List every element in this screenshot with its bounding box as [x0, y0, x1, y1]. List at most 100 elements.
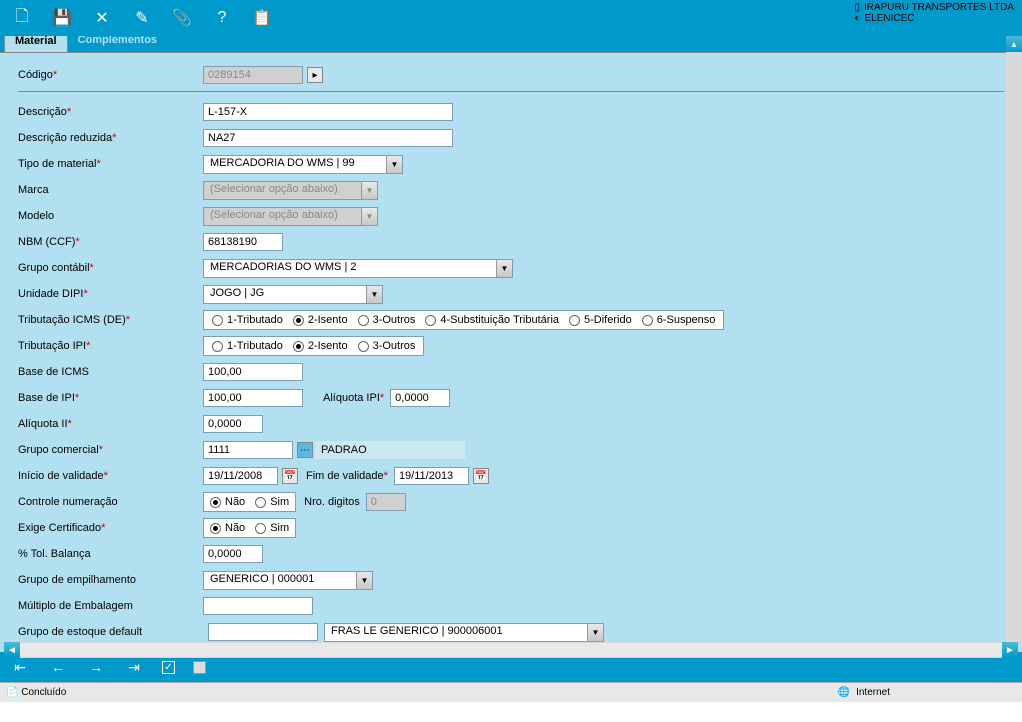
radio-icms-6[interactable] — [642, 315, 653, 326]
label-tipo-material: Tipo de material* — [18, 158, 203, 170]
descricao-input[interactable] — [203, 103, 453, 121]
radio-cert-sim[interactable] — [255, 523, 266, 534]
tipo-material-select[interactable]: MERCADORIA DO WMS | 99▼ — [203, 155, 403, 174]
label-trib-ipi: Tributação IPI* — [18, 340, 203, 352]
base-icms-input[interactable] — [203, 363, 303, 381]
grupo-comercial-display: PADRAO — [315, 441, 465, 459]
attach-icon[interactable]: 📎 — [168, 4, 196, 32]
radio-ipi-1[interactable] — [212, 341, 223, 352]
label-aliquota-ipi: Alíquota IPI* — [323, 392, 384, 404]
grupo-contabil-select[interactable]: MERCADORIAS DO WMS | 2▼ — [203, 259, 513, 278]
label-exige-cert: Exige Certificado* — [18, 522, 203, 534]
help-icon[interactable]: ? — [208, 4, 236, 32]
nav-next-icon[interactable]: → — [86, 659, 106, 675]
label-multiplo-emb: Múltiplo de Embalagem — [18, 600, 203, 612]
grupo-empilhamento-select[interactable]: GENERICO | 000001▼ — [203, 571, 373, 590]
label-grupo-comercial: Grupo comercial* — [18, 444, 203, 456]
scroll-up-icon[interactable]: ▲ — [1006, 36, 1022, 52]
multiplo-emb-input[interactable] — [203, 597, 313, 615]
form-content: Código* ▸ Descrição* Descrição reduzida*… — [0, 52, 1022, 652]
label-marca: Marca — [18, 184, 203, 196]
chevron-down-icon[interactable]: ▼ — [356, 572, 372, 589]
trib-ipi-radio[interactable]: 1-Tributado 2-Isento 3-Outros — [203, 336, 424, 356]
modelo-select: (Selecionar opção abaixo)▼ — [203, 207, 378, 226]
label-base-ipi: Base de IPI* — [18, 392, 203, 404]
vertical-scrollbar[interactable]: ▲ — [1006, 36, 1022, 642]
desc-reduzida-input[interactable] — [203, 129, 453, 147]
marca-select: (Selecionar opção abaixo)▼ — [203, 181, 378, 200]
nav-last-icon[interactable]: ⇥ — [124, 659, 144, 676]
scroll-left-icon[interactable]: ◄ — [4, 642, 20, 658]
scroll-right-icon[interactable]: ► — [1002, 642, 1018, 658]
codigo-input — [203, 66, 303, 84]
calendar-icon[interactable]: 📅 — [473, 468, 489, 484]
exige-cert-radio[interactable]: Não Sim — [203, 518, 296, 538]
top-toolbar: 🗋 💾 ✕ ✎ 📎 ? 📋 ▯IRAPURU TRANSPORTES LTDA … — [0, 0, 1022, 36]
chevron-down-icon: ▼ — [361, 182, 377, 199]
label-tol-balanca: % Tol. Balança — [18, 548, 203, 560]
label-descricao: Descrição* — [18, 106, 203, 118]
globe-icon: 🌐 — [838, 687, 850, 698]
base-ipi-input[interactable] — [203, 389, 303, 407]
radio-nao[interactable] — [210, 497, 221, 508]
unidade-dipi-select[interactable]: JOGO | JG▼ — [203, 285, 383, 304]
new-icon[interactable]: 🗋 — [8, 4, 36, 32]
grupo-comercial-input[interactable] — [203, 441, 293, 459]
status-page-icon: 📄 — [6, 687, 18, 698]
status-right: Internet — [856, 687, 890, 698]
copy-icon[interactable]: 📋 — [248, 4, 276, 32]
save-icon[interactable]: 💾 — [48, 4, 76, 32]
radio-icms-4[interactable] — [425, 315, 436, 326]
aliquota-ii-input[interactable] — [203, 415, 263, 433]
chevron-down-icon[interactable]: ▼ — [587, 624, 603, 641]
radio-icms-5[interactable] — [569, 315, 580, 326]
label-controle-num: Controle numeração — [18, 496, 203, 508]
label-fim-validade: Fim de validade* — [306, 470, 388, 482]
label-desc-reduzida: Descrição reduzida* — [18, 132, 203, 144]
company-info: ▯IRAPURU TRANSPORTES LTDA ◐ELENICEC — [854, 2, 1014, 24]
radio-icms-1[interactable] — [212, 315, 223, 326]
radio-cert-nao[interactable] — [210, 523, 221, 534]
calendar-icon[interactable]: 📅 — [282, 468, 298, 484]
aliquota-ipi-input[interactable] — [390, 389, 450, 407]
radio-icms-3[interactable] — [358, 315, 369, 326]
lookup-grupo-icon[interactable]: ⋯ — [297, 442, 313, 458]
radio-ipi-2[interactable] — [293, 341, 304, 352]
label-grupo-estoque: Grupo de estoque default — [18, 626, 208, 638]
label-aliquota-ii: Alíquota II* — [18, 418, 203, 430]
nav-prev-icon[interactable]: ← — [48, 659, 68, 675]
radio-icms-2[interactable] — [293, 315, 304, 326]
label-inicio-validade: Início de validade* — [18, 470, 203, 482]
chevron-down-icon[interactable]: ▼ — [366, 286, 382, 303]
grupo-estoque-cod-input[interactable] — [208, 623, 318, 641]
nbm-input[interactable] — [203, 233, 283, 251]
fim-validade-input[interactable] — [394, 467, 469, 485]
chevron-down-icon[interactable]: ▼ — [386, 156, 402, 173]
nro-digitos-input — [366, 493, 406, 511]
delete-icon[interactable]: ✕ — [88, 4, 116, 32]
label-nro-digitos: Nro. digitos — [304, 496, 360, 508]
chevron-down-icon[interactable]: ▼ — [496, 260, 512, 277]
label-nbm: NBM (CCF)* — [18, 236, 203, 248]
controle-num-radio[interactable]: Não Sim — [203, 492, 296, 512]
grupo-estoque-select[interactable]: FRAS LE GENERICO | 900006001▼ — [324, 623, 604, 642]
radio-sim[interactable] — [255, 497, 266, 508]
trib-icms-radio[interactable]: 1-Tributado 2-Isento 3-Outros 4-Substitu… — [203, 310, 724, 330]
label-codigo: Código* — [18, 69, 203, 81]
divider — [18, 91, 1004, 92]
label-trib-icms: Tributação ICMS (DE)* — [18, 314, 203, 326]
horizontal-scrollbar[interactable]: ◄ ► — [4, 642, 1018, 658]
edit-icon[interactable]: ✎ — [128, 4, 156, 32]
checkbox-empty-icon[interactable] — [193, 661, 206, 674]
lookup-icon[interactable]: ▸ — [307, 67, 323, 83]
inicio-validade-input[interactable] — [203, 467, 278, 485]
scroll-track[interactable] — [20, 643, 1002, 657]
status-bar: 📄 Concluído 🌐 Internet — [0, 682, 1022, 702]
tol-balanca-input[interactable] — [203, 545, 263, 563]
checkbox-checked-icon[interactable]: ✓ — [162, 661, 175, 674]
label-unidade-dipi: Unidade DIPI* — [18, 288, 203, 300]
label-grupo-empilhamento: Grupo de empilhamento — [18, 574, 203, 586]
radio-ipi-3[interactable] — [358, 341, 369, 352]
nav-first-icon[interactable]: ⇤ — [10, 659, 30, 676]
chevron-down-icon: ▼ — [361, 208, 377, 225]
